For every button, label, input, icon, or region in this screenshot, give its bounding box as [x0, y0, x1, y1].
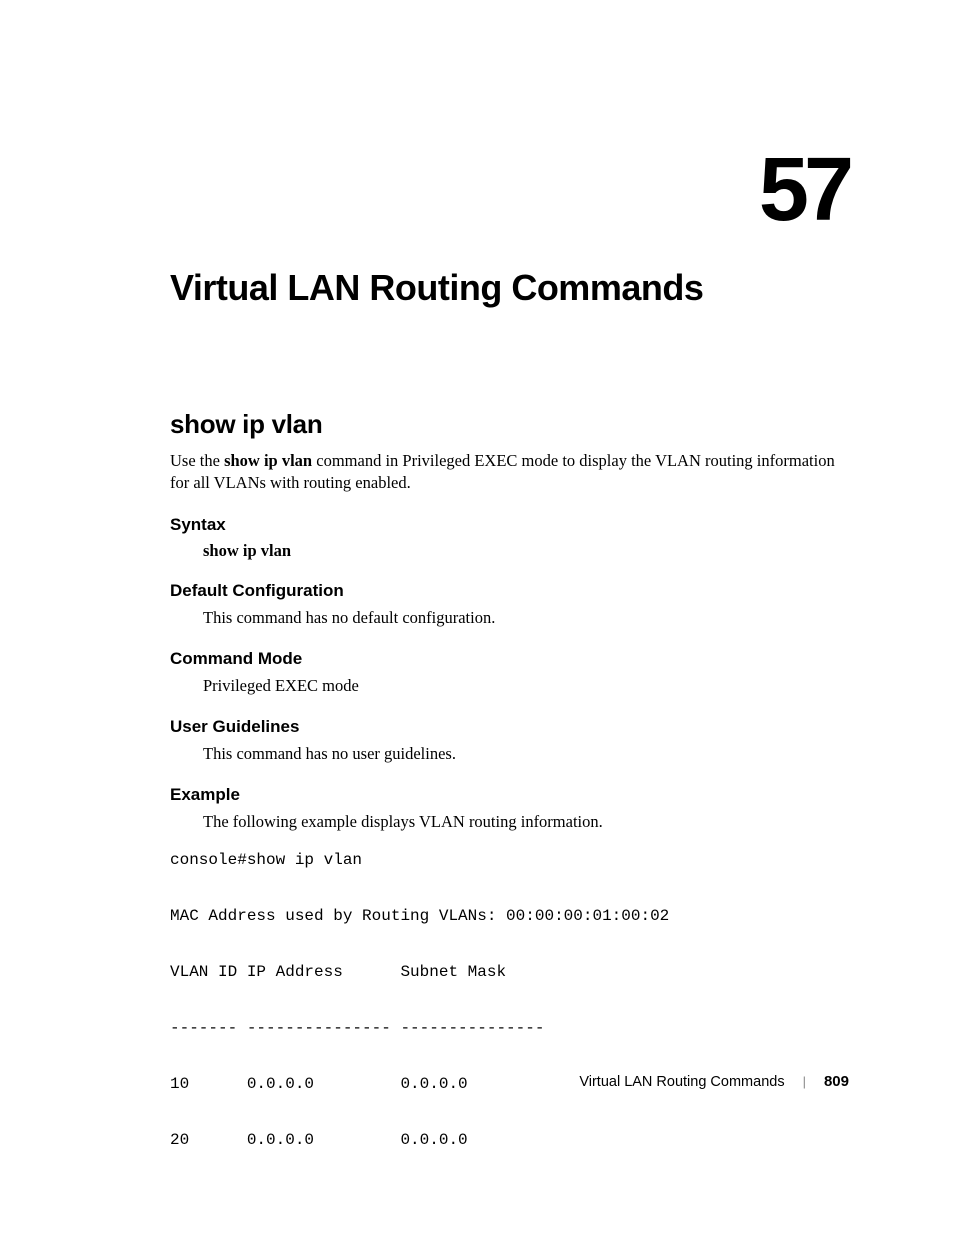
command-mode-text: Privileged EXEC mode: [203, 675, 849, 697]
footer-title: Virtual LAN Routing Commands: [579, 1074, 784, 1090]
command-mode-heading: Command Mode: [170, 649, 849, 669]
chapter-number: 57: [759, 145, 849, 235]
example-code: console#show ip vlan MAC Address used by…: [170, 846, 849, 1154]
example-heading: Example: [170, 785, 849, 805]
footer-page-number: 809: [824, 1073, 849, 1090]
default-config-heading: Default Configuration: [170, 581, 849, 601]
section-intro: Use the show ip vlan command in Privileg…: [170, 450, 849, 495]
default-config-text: This command has no default configuratio…: [203, 607, 849, 629]
syntax-heading: Syntax: [170, 515, 849, 535]
example-text: The following example displays VLAN rout…: [203, 811, 849, 833]
intro-command: show ip vlan: [224, 451, 312, 470]
syntax-command: show ip vlan: [203, 541, 849, 561]
footer-separator: |: [803, 1074, 806, 1089]
page-footer: Virtual LAN Routing Commands | 809: [579, 1073, 849, 1090]
section-title: show ip vlan: [170, 409, 849, 440]
chapter-title: Virtual LAN Routing Commands: [170, 267, 849, 309]
user-guidelines-heading: User Guidelines: [170, 717, 849, 737]
intro-prefix: Use the: [170, 451, 224, 470]
user-guidelines-text: This command has no user guidelines.: [203, 743, 849, 765]
